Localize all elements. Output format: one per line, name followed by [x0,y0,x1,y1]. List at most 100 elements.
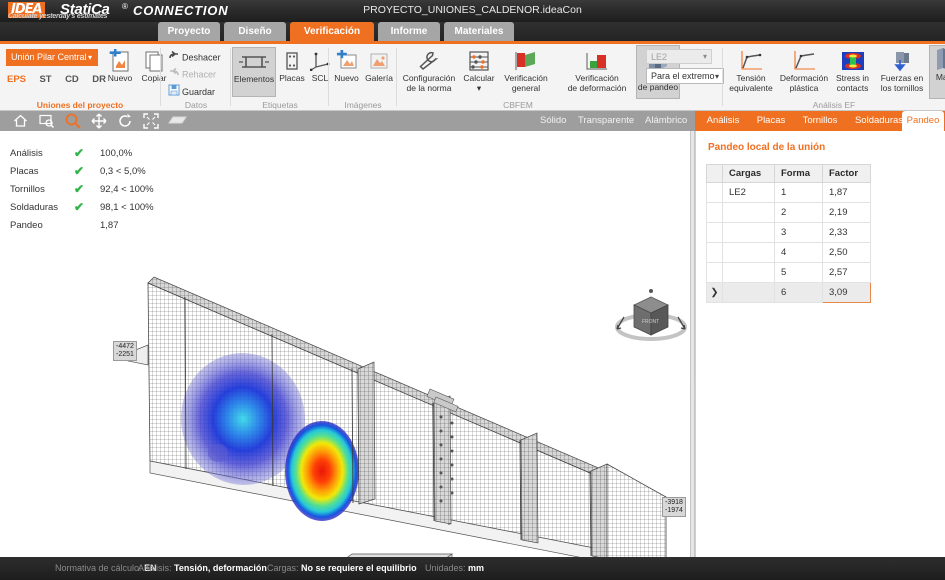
subtab-cd[interactable]: CD [65,74,79,85]
ribbon-group-title-cbfem: CBFEM [503,100,533,110]
table-row[interactable]: 5 2,57 [706,262,871,283]
row-selector-arrow [706,182,723,203]
table-row[interactable]: 4 2,50 [706,242,871,263]
row-selector-arrow [706,202,723,223]
tab-proyecto[interactable]: Proyecto [158,22,220,41]
calculate-button[interactable]: Calcular ▾ [460,47,498,97]
labels-elements-button[interactable]: Elementos [232,47,276,97]
image-gallery-button[interactable]: Galería [362,47,396,97]
clip-icon[interactable] [168,113,188,129]
redo-label: Rehacer [182,69,217,80]
status-analysis-value: Tensión, deformación [174,563,267,573]
navigation-cube[interactable]: FRONT [612,283,690,351]
cell-cargas [722,242,775,263]
tab-tornillos[interactable]: Tornillos [794,111,846,131]
check-deformation-button[interactable]: Verificación de deformación [558,47,636,97]
fe-mesh-button[interactable]: Malla [929,45,945,99]
fe-bolt-forces-button[interactable]: Fuerzas en los tornillos [875,47,929,97]
bolt-forces-icon [875,47,929,74]
ribbon-separator-1 [160,48,161,106]
results-tabstrip: Análisis Placas Tornillos Soldaduras Pan… [695,111,945,131]
fe-mesh-label: Malla [935,72,945,82]
tab-materiales[interactable]: Materiales [444,22,514,41]
document-title: PROYECTO_UNIONES_CALDENOR.ideaCon [363,4,582,16]
connection-3d-model[interactable] [0,131,690,557]
check-general-button[interactable]: Verificación general [498,47,554,97]
tab-diseno[interactable]: Diseño [224,22,286,41]
column-header-forma[interactable]: Forma [774,164,823,183]
cell-forma: 1 [774,182,823,203]
table-row[interactable]: 3 2,33 [706,222,871,243]
undo-button[interactable]: Deshacer [168,50,221,65]
subtab-eps[interactable]: EPS [7,74,26,85]
render-mode-transparent[interactable]: Transparente [578,115,634,126]
ribbon-group-etiquetas: Elementos Placas SCL Etiquetas [232,44,330,111]
status-analysis-key: Análisis: [138,563,172,573]
buckling-scope-combo[interactable]: Para el extremo ▾ [646,68,724,84]
render-mode-wireframe[interactable]: Alámbrico [645,115,687,126]
redo-icon [168,67,182,83]
cell-cargas [722,282,775,303]
column-header-cargas[interactable]: Cargas [722,164,775,183]
ribbon-separator-4 [396,48,397,106]
tab-informe[interactable]: Informe [378,22,440,41]
dimension-label-right: -3918 -1974 [662,497,686,517]
redo-button[interactable]: Rehacer [168,67,216,82]
table-row[interactable]: ❯ 6 3,09 [706,282,871,303]
code-setup-label-2: de la norma [406,82,452,93]
zoom-icon[interactable] [64,113,81,129]
save-disk-icon [168,84,182,101]
cell-forma: 4 [774,242,823,263]
cell-factor: 2,50 [822,242,871,263]
tab-analisis[interactable]: Análisis [699,111,747,131]
dimension-label-right-line1: -3918 [665,499,683,506]
subtab-st[interactable]: ST [39,74,51,85]
fe-equivalent-stress-button[interactable]: Tensión equivalente [726,47,776,97]
undo-icon [168,50,182,66]
chevron-down-icon: ▾ [714,72,719,81]
tab-verificacion[interactable]: Verificación [290,22,374,41]
labels-plates-button[interactable]: Placas [277,47,307,97]
cell-cargas [722,222,775,243]
cell-factor: 1,87 [822,182,871,203]
load-case-combo[interactable]: LE2 ▾ [646,49,712,64]
zoom-window-icon[interactable] [38,113,55,129]
fit-to-window-icon[interactable] [142,113,159,129]
calculate-dropdown-icon[interactable]: ▾ [460,83,498,94]
status-loads-key: Cargas: [267,563,299,573]
cell-factor: 2,19 [822,202,871,223]
ribbon-group-title-datos: Datos [184,100,208,110]
ribbon-separator-2 [230,48,231,106]
check-deformation-label-2: de deformación [567,82,627,93]
image-new-button[interactable]: Nuevo [330,47,363,97]
load-case-value: LE2 [651,52,668,62]
rotate-icon[interactable] [116,113,133,129]
ribbon-group-title-uniones: Uniones del proyecto [36,100,124,110]
tab-pandeo[interactable]: Pandeo [902,111,944,131]
ribbon-group-imagenes: Nuevo Galería Imágenes [330,44,396,111]
pan-icon[interactable] [90,113,107,129]
cell-cargas: LE2 [722,182,775,203]
abacus-icon [460,47,498,74]
buckling-table[interactable]: Cargas Forma Factor LE2 1 1,87 2 2,19 3 … [706,164,871,303]
code-setup-button[interactable]: Configuración de la norma [398,47,460,97]
column-header-factor[interactable]: Factor [822,164,871,183]
home-icon[interactable] [12,113,29,129]
fe-contact-stress-button[interactable]: Stress in contacts [830,47,875,97]
cell-factor-selected[interactable]: 3,09 [822,282,871,303]
connection-selector[interactable]: Unión Pilar Central ▾ [6,49,98,66]
save-button[interactable]: Guardar [168,84,215,99]
table-row[interactable]: LE2 1 1,87 [706,182,871,203]
save-label: Guardar [182,86,216,97]
check-deformation-icon [558,47,636,74]
fe-plastic-strain-label-2: plástica [789,82,819,93]
model-viewport[interactable]: Análisis ✔ 100,0% Placas ✔ 0,3 < 5,0% To… [0,131,690,557]
fe-plastic-strain-button[interactable]: Deformación plástica [778,47,830,97]
ribbon-group-datos: Deshacer Rehacer Guardar Datos [162,44,230,111]
table-row[interactable]: 2 2,19 [706,202,871,223]
tab-placas[interactable]: Placas [750,111,792,131]
status-analysis: Análisis: Tensión, deformación [138,563,267,573]
tab-soldaduras[interactable]: Soldaduras [848,111,910,131]
render-mode-solid[interactable]: Sólido [540,115,566,126]
ribbon-group-title-analisis-ef: Análisis EF [812,100,856,110]
